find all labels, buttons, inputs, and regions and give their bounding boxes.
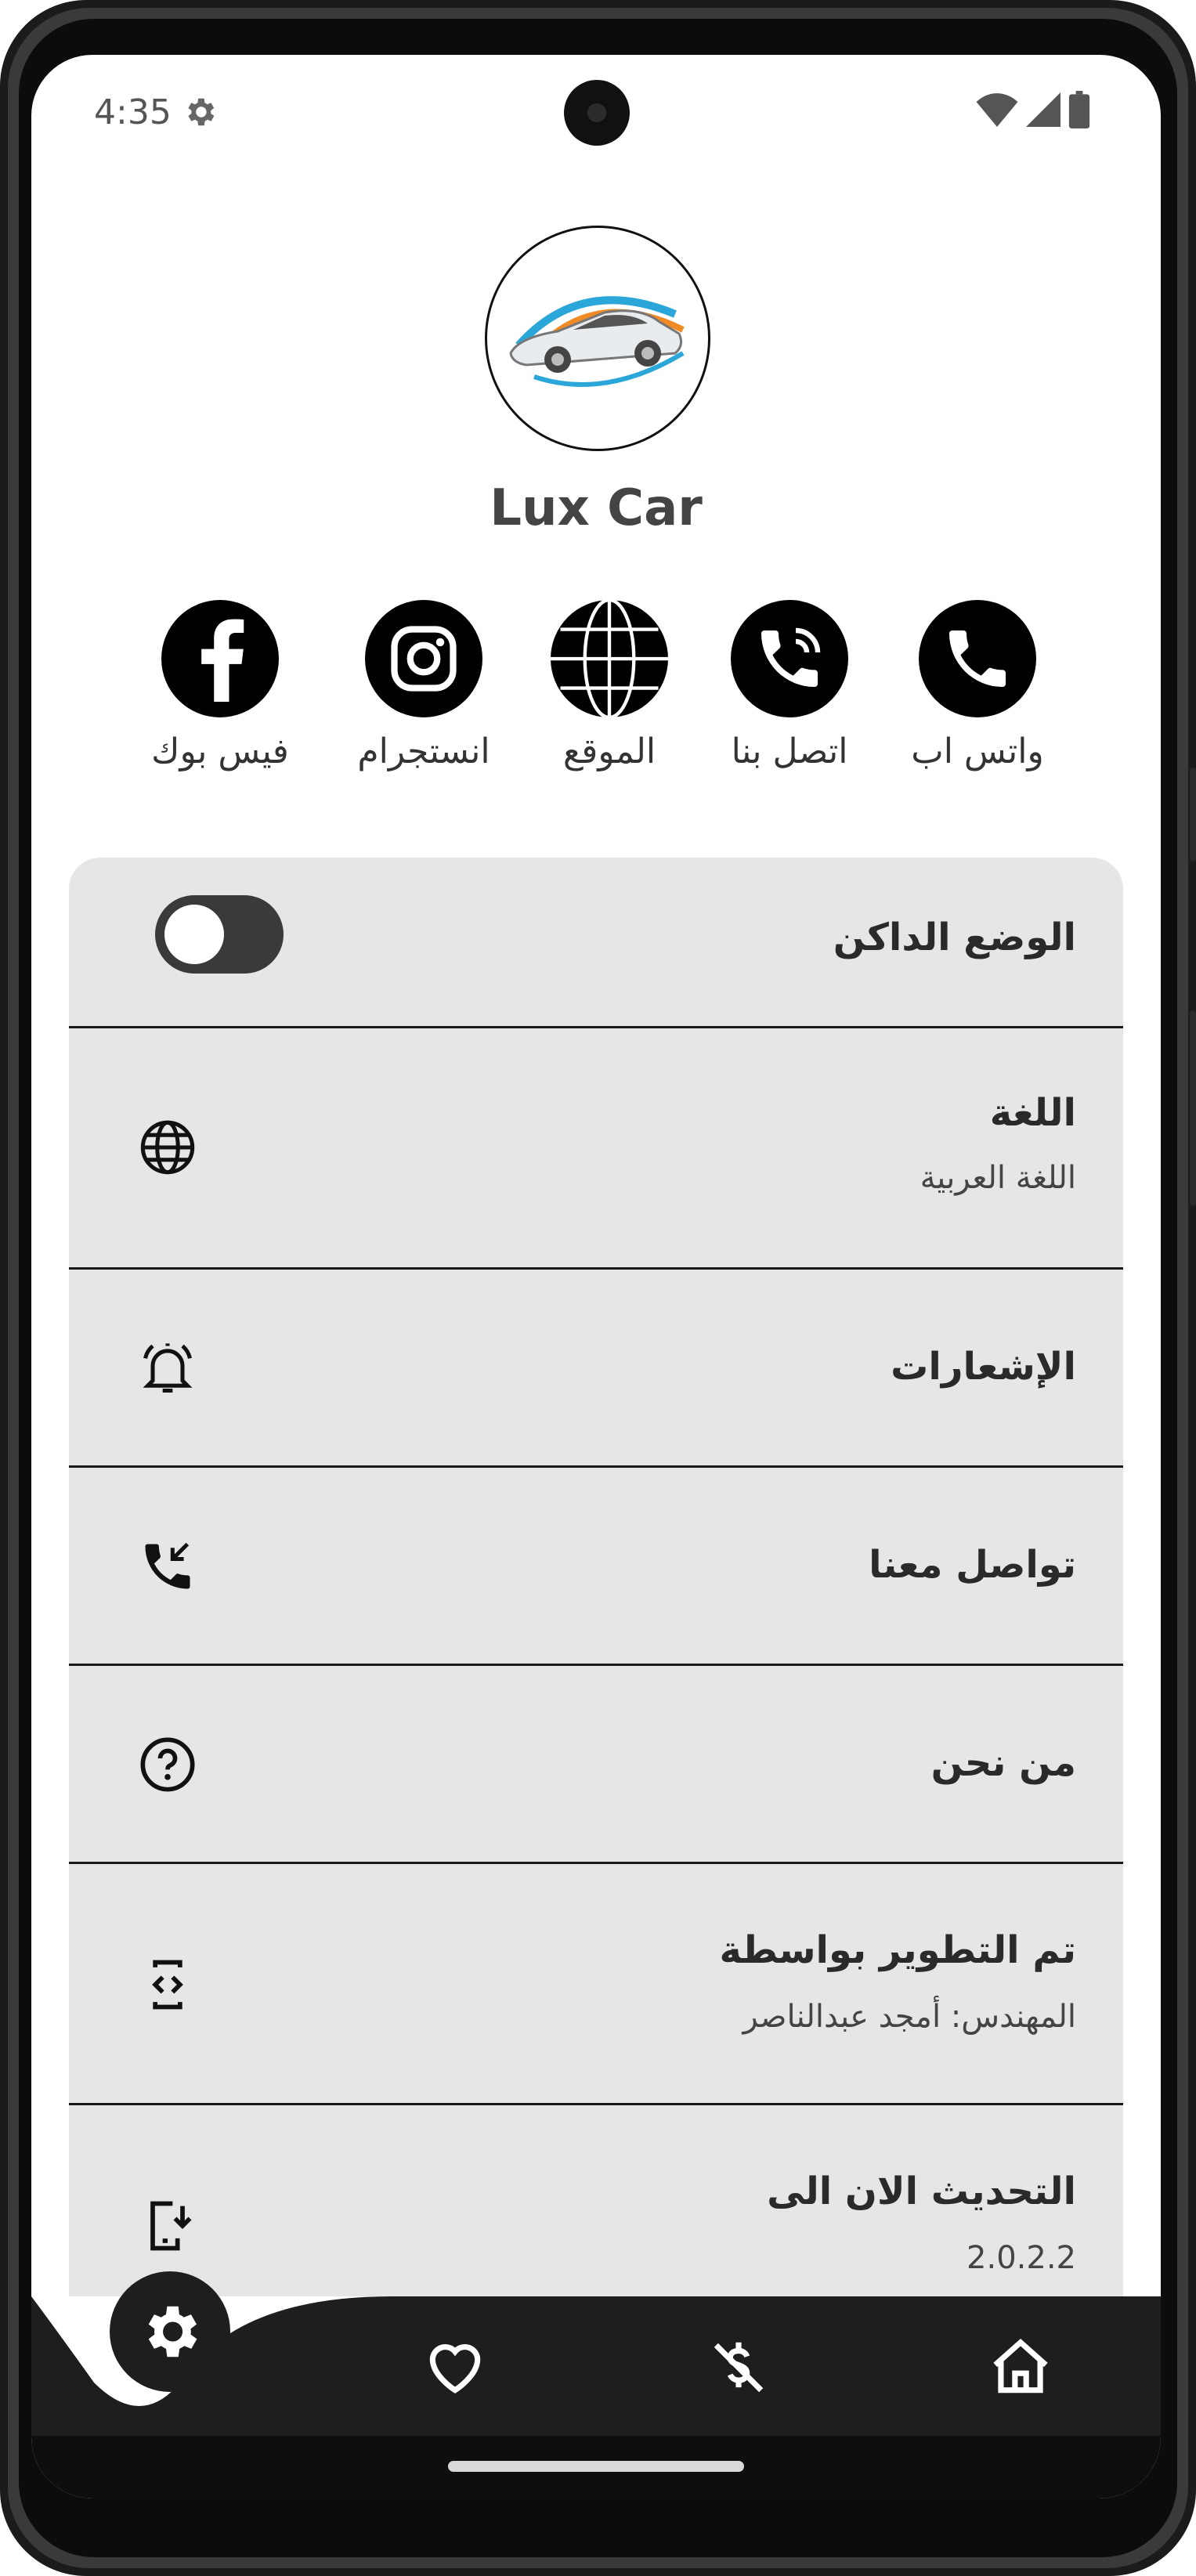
social-whatsapp[interactable]: واتس اب: [899, 600, 1056, 771]
settings-status-icon: [188, 98, 215, 126]
toggle-knob: [164, 905, 224, 964]
phone-download-icon: [150, 2201, 192, 2251]
volume-button: [1190, 1010, 1196, 1206]
home-icon[interactable]: [987, 2334, 1054, 2401]
setting-language[interactable]: اللغة اللغة العربية: [69, 1028, 1123, 1270]
globe-icon: [551, 600, 668, 717]
phone-ringing-icon: [731, 600, 848, 717]
settings-card: الوضع الداكن اللغة اللغة العربية الإشعار…: [69, 858, 1123, 2498]
app-logo: [485, 226, 710, 451]
app-name: Lux Car: [490, 479, 703, 537]
money-off-icon[interactable]: [705, 2334, 772, 2401]
facebook-icon: [161, 600, 279, 717]
social-label: انستجرام: [357, 732, 490, 771]
setting-value: المهندس: أمجد عبدالناصر: [743, 1999, 1076, 2035]
status-time: 4:35: [94, 92, 172, 132]
social-website[interactable]: الموقع: [531, 600, 688, 771]
setting-developer[interactable]: تم التطوير بواسطة المهندس: أمجد عبدالناص…: [69, 1864, 1123, 2105]
setting-title: تواصل معنا: [869, 1543, 1076, 1587]
battery-icon: [1068, 91, 1090, 128]
social-label: الموقع: [562, 732, 656, 771]
globe-icon: [140, 1120, 195, 1175]
help-circle-icon: [140, 1737, 195, 1792]
setting-about[interactable]: من نحن: [69, 1666, 1123, 1864]
setting-title: الوضع الداكن: [833, 916, 1076, 959]
system-icons: [976, 91, 1090, 128]
settings-icon: [148, 2306, 197, 2357]
social-instagram[interactable]: انستجرام: [345, 600, 502, 771]
heart-icon[interactable]: [421, 2334, 489, 2401]
social-call-us[interactable]: اتصل بنا: [711, 600, 868, 771]
setting-notifications[interactable]: الإشعارات: [69, 1270, 1123, 1468]
screen: 4:35 Lux Car واتس اب اتصل بنا الموقع انس…: [31, 55, 1161, 2498]
social-label: فيس بوك: [151, 732, 289, 771]
setting-contact[interactable]: تواصل معنا: [69, 1468, 1123, 1666]
setting-value: 2.0.2.2: [967, 2240, 1076, 2276]
status-bar: 4:35: [31, 55, 1161, 172]
home-indicator[interactable]: [448, 2461, 744, 2472]
bell-icon: [143, 1343, 193, 1393]
car-logo-image: [509, 296, 685, 387]
side-button: [1190, 768, 1196, 862]
front-camera: [564, 80, 630, 146]
code-phone-icon: [152, 1960, 183, 2010]
dark-mode-toggle[interactable]: [155, 895, 284, 974]
device-frame: 4:35 Lux Car واتس اب اتصل بنا الموقع انس…: [0, 0, 1196, 2576]
setting-dark-mode[interactable]: الوضع الداكن: [69, 858, 1123, 1028]
setting-title: اللغة: [989, 1091, 1076, 1135]
setting-title: تم التطوير بواسطة: [719, 1928, 1076, 1972]
phone-icon: [919, 600, 1036, 717]
cellular-signal-icon: [1026, 92, 1061, 127]
setting-title: من نحن: [930, 1741, 1076, 1785]
nav-settings-button[interactable]: [110, 2271, 230, 2392]
instagram-icon: [365, 600, 482, 717]
setting-title: التحديث الان الى: [767, 2170, 1076, 2213]
wifi-icon: [976, 93, 1018, 127]
setting-title: الإشعارات: [891, 1345, 1076, 1389]
social-facebook[interactable]: فيس بوك: [142, 600, 298, 771]
social-label: واتس اب: [911, 732, 1044, 771]
setting-value: اللغة العربية: [920, 1160, 1076, 1196]
social-label: اتصل بنا: [731, 732, 848, 771]
phone-callback-icon: [145, 1542, 190, 1589]
